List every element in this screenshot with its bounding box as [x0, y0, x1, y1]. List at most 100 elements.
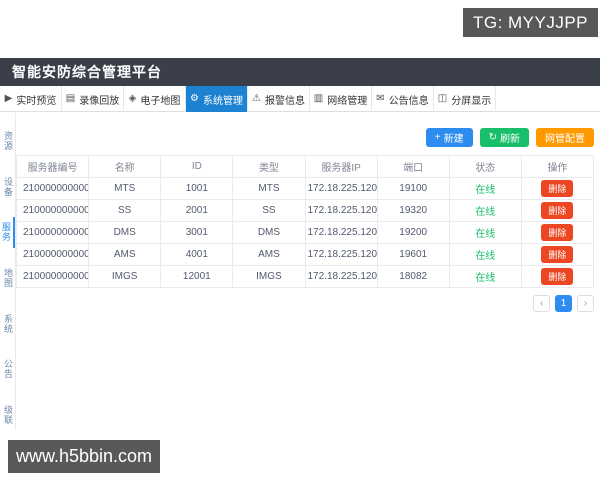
column-header: 操作: [520, 155, 595, 178]
table-row: 2100000000000002 DMS 3001 DMS 172.18.225…: [15, 221, 595, 244]
nav-tab-icon: ◈: [128, 93, 137, 104]
cell-port: 19320: [376, 199, 450, 222]
status-badge: 在线: [475, 185, 496, 196]
nav-tab-icon: ✉: [376, 93, 385, 104]
cell-ip: 172.18.225.120: [304, 243, 378, 266]
nav-tab-label: 报警信息: [264, 95, 305, 107]
refresh-button[interactable]: ↻ 刷新: [479, 128, 529, 147]
column-header: 名称: [88, 155, 162, 178]
status-badge: 在线: [475, 207, 496, 218]
nav-tab-icon: ⚠: [252, 93, 261, 104]
nav-tab[interactable]: ⚠ 报警信息: [248, 86, 310, 112]
sidebar-item[interactable]: 服务设置: [0, 217, 15, 248]
column-header: 状态: [448, 155, 522, 178]
status-badge: 在线: [475, 251, 496, 262]
nav-tab-icon: ▥: [313, 93, 324, 104]
nav-tab-icon: ◫: [437, 93, 448, 104]
cell-port: 19200: [376, 221, 450, 244]
cell-name: SS: [88, 199, 162, 222]
main-panel: + 新建 ↻ 刷新 网管配置 服务器编号 名称 ID 类型 服务器IP 端口 状…: [15, 113, 600, 430]
new-button-label: 新建: [443, 134, 464, 145]
page-1-button[interactable]: 1: [555, 295, 572, 312]
app-title: 智能安防综合管理平台: [0, 58, 600, 86]
sidebar: 资源管理 设备配置 服务设置 地图管理 系统日志 公告管理 级联管理: [0, 113, 16, 430]
cell-name: IMGS: [88, 265, 162, 288]
sidebar-item[interactable]: 公告管理: [0, 354, 15, 385]
refresh-icon: ↻: [488, 131, 497, 143]
cell-name: AMS: [88, 243, 162, 266]
nav-tab-icon: ▤: [65, 93, 76, 104]
delete-button[interactable]: 删除: [541, 180, 574, 197]
delete-button[interactable]: 删除: [541, 268, 574, 285]
config-button-label: 网管配置: [545, 134, 585, 145]
toolbar: + 新建 ↻ 刷新 网管配置: [16, 113, 600, 155]
sidebar-item[interactable]: 资源管理: [0, 126, 15, 157]
cell-id: 3001: [160, 221, 234, 244]
cell-ip: 172.18.225.120: [304, 199, 378, 222]
delete-button[interactable]: 删除: [541, 246, 574, 263]
nav-tab-label: 公告信息: [388, 95, 429, 107]
cell-name: DMS: [88, 221, 162, 244]
next-page-button[interactable]: ›: [577, 295, 594, 312]
status-badge: 在线: [475, 273, 496, 284]
sidebar-item[interactable]: 系统日志: [0, 308, 15, 339]
cell-ip: 172.18.225.120: [304, 265, 378, 288]
config-button[interactable]: 网管配置: [536, 128, 594, 147]
table-row: 2100000000000000 MTS 1001 MTS 172.18.225…: [15, 177, 595, 200]
new-button[interactable]: + 新建: [425, 128, 473, 147]
cell-server-id: 2100000000000002: [15, 221, 90, 244]
nav-tab-label: 分屏显示: [451, 95, 492, 107]
table-row: 2100000000000004 IMGS 12001 IMGS 172.18.…: [15, 265, 595, 288]
page: TG: MYYJJPP 智能安防综合管理平台 ▶ 实时预览 ▤ 录像回放 ◈ 电…: [0, 0, 600, 480]
nav-tab[interactable]: ▥ 网络管理: [310, 86, 372, 112]
cell-server-id: 2100000000000004: [15, 265, 90, 288]
nav-tab-label: 电子地图: [140, 95, 181, 107]
column-header: ID: [160, 155, 234, 178]
nav-tab[interactable]: ◈ 电子地图: [124, 86, 186, 112]
refresh-button-label: 刷新: [500, 134, 520, 145]
nav-tab-label: 录像回放: [79, 95, 120, 107]
nav-tab[interactable]: ▤ 录像回放: [62, 86, 124, 112]
content-area: 资源管理 设备配置 服务设置 地图管理 系统日志 公告管理 级联管理 + 新建: [0, 113, 600, 430]
cell-id: 4001: [160, 243, 234, 266]
main-nav: ▶ 实时预览 ▤ 录像回放 ◈ 电子地图 ⚙ 系统管理 ⚠ 报警信息 ▥ 网络管…: [0, 86, 600, 112]
nav-tab-label: 实时预览: [16, 95, 57, 107]
cell-port: 19601: [376, 243, 450, 266]
table-row: 2100000000000003 AMS 4001 AMS 172.18.225…: [15, 243, 595, 266]
cell-type: SS: [232, 199, 306, 222]
prev-page-button[interactable]: ‹: [533, 295, 550, 312]
nav-tab-label: 网络管理: [327, 95, 368, 107]
nav-tab[interactable]: ✉ 公告信息: [372, 86, 434, 112]
nav-tab-label: 系统管理: [202, 95, 243, 107]
nav-tab[interactable]: ⚙ 系统管理: [186, 86, 248, 112]
cell-type: DMS: [232, 221, 306, 244]
nav-tab[interactable]: ◫ 分屏显示: [434, 86, 496, 112]
cell-id: 2001: [160, 199, 234, 222]
cell-type: AMS: [232, 243, 306, 266]
cell-ip: 172.18.225.120: [304, 177, 378, 200]
tg-badge: TG: MYYJJPP: [463, 8, 598, 37]
nav-tab-icon: ▶: [4, 93, 13, 104]
cell-server-id: 2100000000000000: [15, 177, 90, 200]
server-table: 服务器编号 名称 ID 类型 服务器IP 端口 状态 操作 2100000000…: [15, 155, 595, 288]
cell-id: 1001: [160, 177, 234, 200]
cell-type: MTS: [232, 177, 306, 200]
status-badge: 在线: [475, 229, 496, 240]
cell-type: IMGS: [232, 265, 306, 288]
column-header: 类型: [232, 155, 306, 178]
nav-tab[interactable]: ▶ 实时预览: [0, 86, 62, 112]
cell-name: MTS: [88, 177, 162, 200]
sidebar-item[interactable]: 级联管理: [0, 399, 15, 430]
sidebar-item[interactable]: 地图管理: [0, 263, 15, 294]
delete-button[interactable]: 删除: [541, 202, 574, 219]
delete-button[interactable]: 删除: [541, 224, 574, 241]
nav-tab-icon: ⚙: [190, 93, 199, 104]
watermark: www.h5bbin.com: [8, 440, 160, 473]
table-header-row: 服务器编号 名称 ID 类型 服务器IP 端口 状态 操作: [15, 155, 595, 178]
sidebar-item[interactable]: 设备配置: [0, 172, 15, 203]
cell-ip: 172.18.225.120: [304, 221, 378, 244]
table-row: 2100000000000001 SS 2001 SS 172.18.225.1…: [15, 199, 595, 222]
column-header: 服务器编号: [15, 155, 90, 178]
cell-port: 18082: [376, 265, 450, 288]
cell-server-id: 2100000000000003: [15, 243, 90, 266]
